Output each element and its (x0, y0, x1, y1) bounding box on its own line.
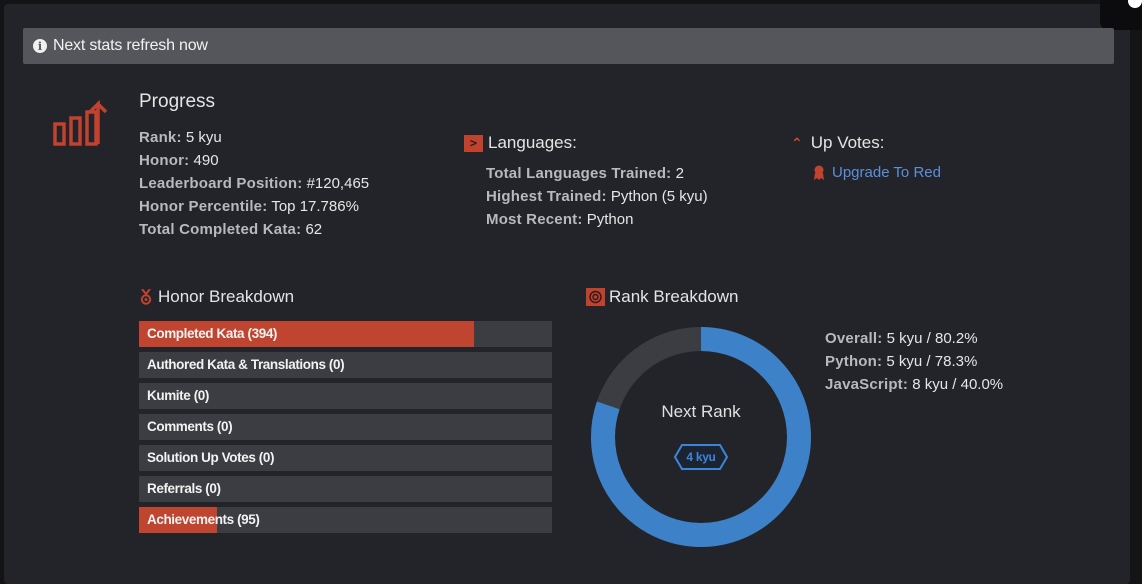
upvotes-title: Up Votes: (810, 133, 885, 152)
stat-most-recent: Most Recent: Python (486, 211, 634, 228)
honor-bar-label: Referrals (0) (147, 481, 221, 496)
stat-rank: Rank: 5 kyu (139, 129, 222, 146)
alert-text: Next stats refresh now (53, 37, 208, 54)
upgrade-row: Upgrade To Red (813, 164, 941, 181)
languages-title: Languages: (488, 133, 577, 152)
stat-highest-trained: Highest Trained: Python (5 kyu) (486, 188, 708, 205)
rank-breakdown-header: Rank Breakdown (586, 287, 738, 307)
stat-percentile: Honor Percentile: Top 17.786% (139, 198, 359, 215)
upgrade-to-red-link[interactable]: Upgrade To Red (832, 164, 941, 181)
rank-overall: Overall: 5 kyu / 80.2% (825, 330, 978, 347)
languages-stats: Total Languages Trained: 2 Highest Train… (486, 162, 708, 231)
honor-bars: Completed Kata (394) Authored Kata & Tran… (139, 321, 552, 538)
stat-leaderboard: Leaderboard Position: #120,465 (139, 175, 370, 192)
rank-breakdown-title: Rank Breakdown (609, 287, 739, 306)
honor-bar-label: Achievements (95) (147, 512, 260, 527)
upvotes-header: ⌃ Up Votes: (791, 133, 884, 153)
honor-bar-label: Comments (0) (147, 419, 233, 434)
honor-bar-label: Solution Up Votes (0) (147, 450, 275, 465)
chevron-up-icon: ⌃ (791, 134, 803, 151)
next-rank-label: Next Rank (661, 402, 741, 421)
honor-breakdown-title: Honor Breakdown (158, 287, 295, 306)
honor-bar-label: Kumite (0) (147, 388, 210, 403)
languages-header: > Languages: (464, 133, 577, 153)
stat-honor: Honor: 490 (139, 152, 219, 169)
progress-stats: Rank: 5 kyu Honor: 490 Leaderboard Posit… (139, 126, 369, 241)
honor-bar: Referrals (0) (139, 476, 552, 502)
honor-breakdown-header: Honor Breakdown (140, 287, 294, 307)
honor-bar: Kumite (0) (139, 383, 552, 409)
honor-bar: Authored Kata & Translations (0) (139, 352, 552, 378)
progress-title: Progress (139, 91, 216, 112)
terminal-icon: > (464, 134, 483, 152)
progress-chart-icon (53, 99, 108, 146)
ribbon-icon (814, 165, 824, 180)
info-icon: i (33, 39, 47, 53)
honor-bar-label: Authored Kata & Translations (0) (147, 357, 345, 372)
honor-bar: Completed Kata (394) (139, 321, 552, 347)
rank-stats: Overall: 5 kyu / 80.2% Python: 5 kyu / 7… (825, 327, 1003, 396)
stat-completed-kata: Total Completed Kata: 62 (139, 221, 323, 238)
honor-bar: Solution Up Votes (0) (139, 445, 552, 471)
medal-icon (140, 289, 152, 305)
honor-bar-label: Completed Kata (394) (147, 326, 278, 341)
stat-languages-trained: Total Languages Trained: 2 (486, 165, 684, 182)
rank-javascript: JavaScript: 8 kyu / 40.0% (825, 376, 1004, 393)
honor-bar: Comments (0) (139, 414, 552, 440)
next-rank-badge: 4 kyu (686, 450, 716, 464)
target-icon (586, 288, 605, 306)
rank-python: Python: 5 kyu / 78.3% (825, 353, 978, 370)
honor-bar: Achievements (95) (139, 507, 552, 533)
rank-progress-donut (591, 327, 811, 547)
stats-refresh-alert: i Next stats refresh now (23, 28, 1114, 64)
